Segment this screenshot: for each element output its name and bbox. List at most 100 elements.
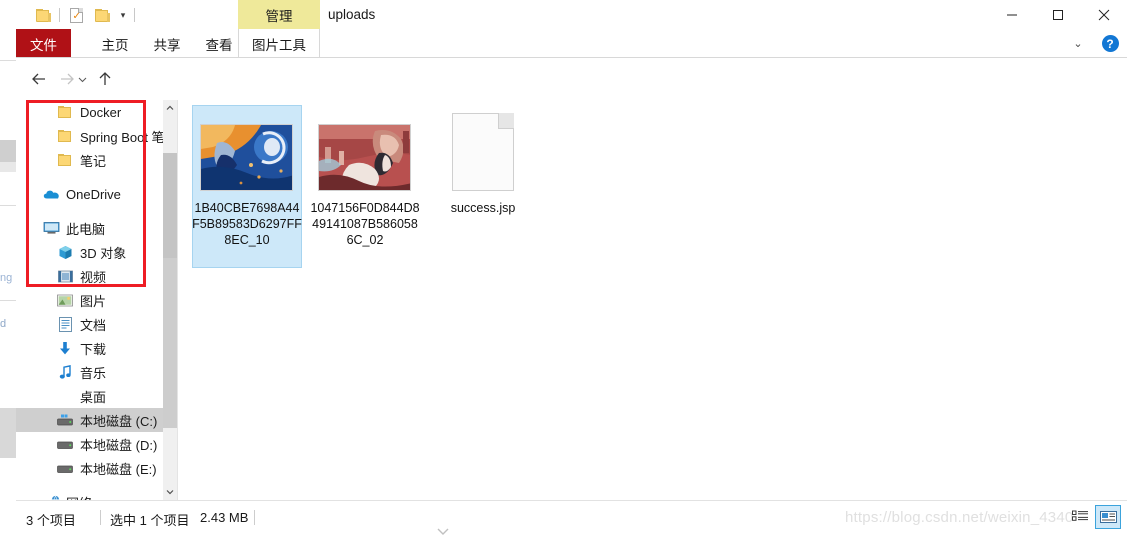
- details-view-button[interactable]: [1067, 505, 1093, 529]
- close-button[interactable]: [1081, 0, 1127, 29]
- tab-file[interactable]: 文件: [16, 29, 71, 58]
- horizontal-scroll-hint[interactable]: [436, 524, 496, 536]
- background-window-strip: ng d: [0, 0, 16, 536]
- tab-share[interactable]: 共享: [144, 29, 190, 58]
- cube-icon: [56, 243, 74, 261]
- sidebar-item-label: 桌面: [80, 389, 107, 405]
- status-selected-size: 2.43 MB: [200, 510, 249, 525]
- sidebar-item-this-pc[interactable]: 此电脑: [16, 216, 163, 240]
- status-divider-1: [100, 510, 101, 525]
- quick-access-toolbar: ✓ ▾: [30, 4, 138, 26]
- file-thumbnail: [200, 124, 293, 191]
- status-divider-2: [254, 510, 255, 525]
- explorer-window-frame: ✓ ▾ 管理 uploads 文件 主页 共享 查看 图片工具 ⌄ ? Dock…: [16, 0, 1127, 536]
- document-icon: [56, 315, 74, 333]
- video-icon: [56, 267, 74, 285]
- status-bar: 3 个项目 选中 1 个项目 2.43 MB https://blog.csdn…: [16, 500, 1127, 536]
- contextual-tab-manage[interactable]: 管理: [238, 0, 320, 29]
- scrollbar-thumb[interactable]: [163, 153, 177, 258]
- music-icon: [56, 363, 74, 381]
- sidebar-scrollbar[interactable]: [163, 100, 177, 500]
- tab-view-label: 查看: [205, 37, 233, 53]
- network-icon: [42, 493, 60, 500]
- contextual-tab-manage-label: 管理: [265, 8, 293, 24]
- qat-properties-icon[interactable]: ✓: [63, 4, 89, 26]
- qat-customize-button[interactable]: ▾: [115, 4, 131, 26]
- folder-icon: [56, 103, 74, 121]
- recent-locations-button[interactable]: [74, 66, 90, 92]
- up-button[interactable]: [92, 66, 118, 92]
- sidebar-item-label: 3D 对象: [80, 245, 127, 261]
- sidebar-item-network[interactable]: 网络: [16, 490, 163, 500]
- tab-home[interactable]: 主页: [92, 29, 138, 58]
- help-icon: ?: [1101, 35, 1119, 52]
- sidebar-item-desktop[interactable]: 桌面: [16, 384, 163, 408]
- sidebar-item-local-disk-c[interactable]: 本地磁盘 (C:): [16, 408, 163, 432]
- sidebar-item-label: 图片: [80, 293, 107, 309]
- document-icon: [452, 113, 514, 191]
- file-explorer-window: ng d ✓ ▾ 管理 uploads 文件 主页 共享 查看 图片工具 ⌄ ?…: [0, 0, 1127, 536]
- maximize-button[interactable]: [1035, 0, 1081, 29]
- sidebar-item-music[interactable]: 音乐: [16, 360, 163, 384]
- window-title-text: uploads: [328, 7, 376, 22]
- help-button[interactable]: ?: [1093, 29, 1127, 58]
- sidebar-item-downloads[interactable]: 下载: [16, 336, 163, 360]
- file-icon-wrapper: [452, 113, 514, 191]
- sidebar-item-label: 视频: [80, 269, 107, 285]
- sidebar-item-videos[interactable]: 视频: [16, 264, 163, 288]
- chevron-down-icon: ⌄: [1073, 38, 1083, 50]
- scrollbar-track[interactable]: [163, 258, 177, 428]
- file-list-pane[interactable]: 1B40CBE7698A44F5B89583D6297FF8EC_10 1047…: [178, 100, 1127, 500]
- sidebar-item-label: 本地磁盘 (E:): [80, 461, 157, 477]
- sidebar-item-documents[interactable]: 文档: [16, 312, 163, 336]
- file-name-label: success.jsp: [450, 201, 516, 215]
- large-icons-view-button[interactable]: [1095, 505, 1121, 529]
- sidebar-item-label: 文档: [80, 317, 107, 333]
- tab-file-label: 文件: [30, 37, 57, 53]
- sidebar-item-notes[interactable]: 笔记: [16, 148, 163, 172]
- tab-view[interactable]: 查看: [196, 29, 242, 58]
- monitor-icon: [42, 219, 60, 237]
- sidebar-item-label: 此电脑: [66, 221, 106, 237]
- minimize-button[interactable]: [989, 0, 1035, 29]
- drive-icon: [56, 435, 74, 453]
- sidebar-item-label: 笔记: [80, 153, 107, 169]
- ribbon-tab-row: 文件 主页 共享 查看 图片工具 ⌄ ?: [16, 29, 1127, 58]
- sidebar-item-local-disk-e[interactable]: 本地磁盘 (E:): [16, 456, 163, 480]
- page-fold: [498, 113, 514, 129]
- tab-picture-tools[interactable]: 图片工具: [238, 29, 320, 58]
- folder-icon: [35, 8, 51, 22]
- sidebar-item-spring-boot-notes[interactable]: Spring Boot 笔: [16, 124, 163, 148]
- download-icon: [56, 339, 74, 357]
- tab-picture-tools-label: 图片工具: [252, 37, 306, 53]
- watermark-text: https://blog.csdn.net/weixin_4340: [845, 509, 1074, 526]
- status-selected-count: 选中 1 个项目: [110, 513, 190, 528]
- back-button[interactable]: [26, 66, 52, 92]
- sidebar-item-label: 下载: [80, 341, 107, 357]
- scroll-up-icon[interactable]: [163, 100, 177, 116]
- sidebar-item-onedrive[interactable]: OneDrive: [16, 182, 163, 206]
- chevron-down-icon: ▾: [120, 9, 126, 20]
- sidebar-item-3d-objects[interactable]: 3D 对象: [16, 240, 163, 264]
- sidebar-item-label: 本地磁盘 (D:): [80, 437, 158, 453]
- sidebar-item-label: 本地磁盘 (C:): [80, 413, 158, 429]
- drive-c-icon: [56, 411, 74, 429]
- navigation-pane[interactable]: Docker Spring Boot 笔 笔记 OneDrive 此电脑 3D …: [16, 100, 163, 500]
- ribbon-collapse-button[interactable]: ⌄: [1063, 29, 1093, 58]
- sidebar-item-label: Spring Boot 笔: [80, 129, 163, 145]
- scroll-down-icon[interactable]: [163, 484, 177, 500]
- qat-new-folder-icon[interactable]: [89, 4, 115, 26]
- new-folder-icon: [94, 8, 110, 22]
- sidebar-item-docker[interactable]: Docker: [16, 100, 163, 124]
- sidebar-item-label: 音乐: [80, 365, 107, 381]
- qat-folder-icon[interactable]: [30, 4, 56, 26]
- qat-divider-1: [59, 8, 60, 22]
- sidebar-item-pictures[interactable]: 图片: [16, 288, 163, 312]
- tab-share-label: 共享: [153, 37, 181, 53]
- view-mode-buttons: [1067, 505, 1121, 529]
- drive-icon: [56, 459, 74, 477]
- sidebar-item-local-disk-d[interactable]: 本地磁盘 (D:): [16, 432, 163, 456]
